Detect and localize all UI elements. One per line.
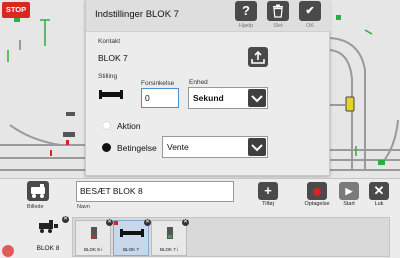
record-button[interactable]: Optagelse (304, 182, 330, 207)
close-icon: ✕ (369, 182, 389, 200)
trash-icon (267, 1, 289, 21)
sequence-item-card[interactable]: BLOK 8 ✕ (28, 216, 69, 255)
ok-button-label: OK (306, 23, 314, 29)
sensor-icon (91, 227, 97, 239)
condition-radio[interactable] (102, 143, 111, 152)
record-indicator-icon (2, 245, 14, 257)
sequence-panel: Billede BESÆT BLOK 8 Navn + Tilføj Optag… (0, 178, 400, 258)
action-label: Aktion (117, 121, 141, 131)
remove-icon[interactable]: ✕ (182, 219, 189, 226)
export-icon (251, 50, 265, 64)
plus-icon: + (258, 182, 278, 200)
close-button-label: Luk (374, 201, 384, 207)
sequence-step-label: BLOK 8 i (83, 247, 102, 252)
delay-input[interactable]: 0 (141, 88, 179, 108)
sequence-step-label: BLOK 7 (123, 247, 139, 252)
remove-icon[interactable]: ✕ (106, 219, 113, 226)
action-radio[interactable] (102, 121, 111, 130)
sequence-step-label: BLOK 7 i (159, 247, 178, 252)
export-button[interactable] (248, 47, 268, 67)
remove-icon[interactable]: ✕ (144, 219, 151, 226)
delete-button[interactable]: Slet (263, 1, 293, 31)
remove-icon[interactable]: ✕ (62, 216, 69, 223)
record-icon (307, 182, 327, 200)
block-marker (50, 150, 52, 156)
condition-select[interactable]: Vente (162, 136, 268, 158)
dialog-header: Indstillinger BLOK 7 ? Hjælp Slet ✔ OK (86, 0, 331, 32)
stop-button[interactable]: STOP (2, 2, 30, 18)
sequence-strip: BLOK 8 i ✕ BLOK 7 ✕ BLOK 7 i ✕ (72, 217, 390, 257)
unit-select[interactable]: Sekund (188, 87, 268, 109)
play-icon: ▶ (339, 182, 359, 200)
check-icon: ✔ (299, 1, 321, 21)
dialog-title: Indstillinger BLOK 7 (95, 9, 179, 20)
settings-dialog: Indstillinger BLOK 7 ? Hjælp Slet ✔ OK K… (85, 0, 331, 176)
picture-button[interactable] (27, 181, 49, 201)
stop-label: STOP (5, 5, 27, 14)
close-button[interactable]: ✕ Luk (366, 182, 392, 207)
condition-value: Vente (167, 142, 189, 152)
add-button-label: Tilføj (262, 201, 274, 207)
question-icon: ? (235, 1, 257, 21)
position-toggle[interactable] (96, 84, 126, 104)
sequence-step[interactable]: BLOK 7 ✕ (113, 219, 151, 256)
straight-track-icon (99, 90, 123, 99)
sequence-step[interactable]: BLOK 8 i ✕ (75, 219, 113, 256)
start-button[interactable]: ▶ Start (336, 182, 362, 207)
straight-track-icon (120, 229, 144, 237)
sensor-icon (167, 227, 173, 239)
signal-marker (378, 160, 385, 165)
ok-button[interactable]: ✔ OK (295, 1, 325, 31)
unit-label: Enhed (189, 79, 208, 86)
delay-label: Forsinkelse (141, 80, 175, 87)
block-marker (63, 132, 75, 137)
block-marker (66, 112, 75, 116)
train-icon (31, 184, 45, 198)
name-label: Navn (77, 204, 90, 210)
picture-label: Billede (27, 204, 44, 210)
signal-marker (336, 15, 341, 20)
block-marker (66, 140, 69, 145)
chevron-down-icon (248, 89, 266, 107)
delete-button-label: Slet (273, 23, 283, 29)
unit-value: Sekund (193, 93, 224, 103)
train-icon (39, 220, 58, 233)
help-button[interactable]: ? Hjælp (231, 1, 261, 31)
status-marker (114, 221, 118, 225)
contact-value: BLOK 7 (98, 53, 128, 63)
add-button[interactable]: + Tilføj (255, 182, 281, 207)
condition-label: Betingelse (117, 143, 157, 153)
block-marker (345, 96, 355, 112)
trash-icon-shape (273, 4, 283, 18)
help-button-label: Hjælp (238, 23, 254, 29)
position-label: Stilling (98, 73, 118, 80)
sequence-step[interactable]: BLOK 7 i ✕ (151, 219, 189, 256)
contact-label: Kontakt (98, 38, 121, 45)
chevron-down-icon (248, 138, 266, 156)
sequence-item-label: BLOK 8 (36, 245, 60, 252)
name-input[interactable]: BESÆT BLOK 8 (76, 181, 234, 202)
